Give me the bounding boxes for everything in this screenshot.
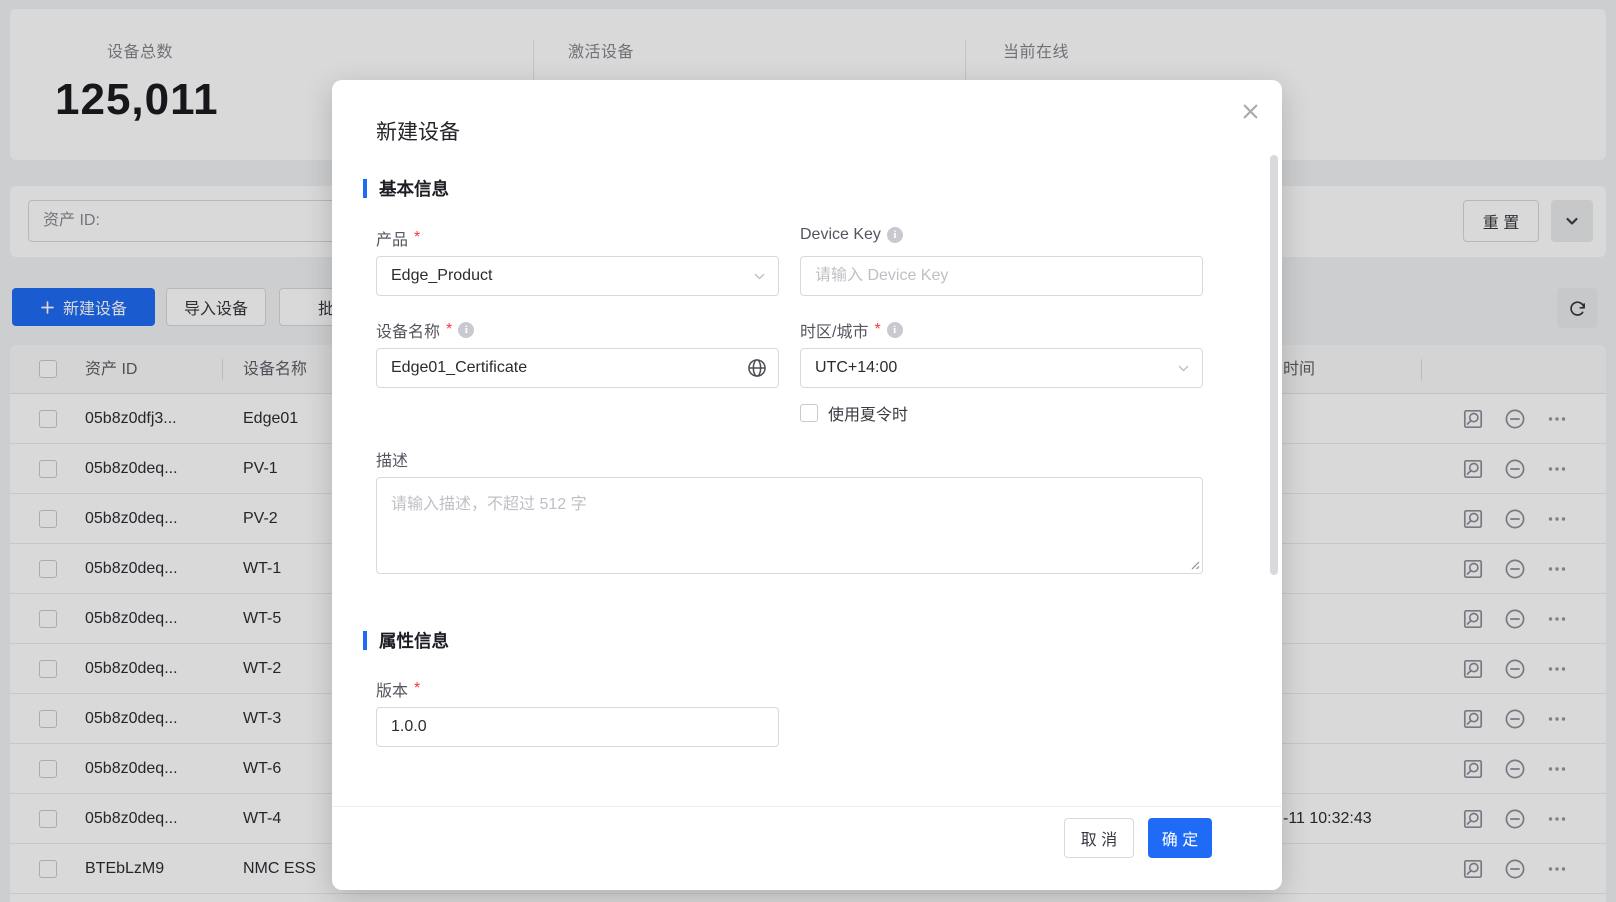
description-label: 描述 [376,447,408,471]
section-attribute-info: 属性信息 [376,628,449,653]
modal-scrollbar-thumb[interactable] [1270,155,1278,575]
device-management-page: 设备总数 125,011 激活设备 当前在线 重 置 新建设备 导入设备 批量 [0,0,1616,902]
description-textarea[interactable] [376,477,1203,574]
section-accent-bar [363,631,367,650]
device-key-label: Device Key i [800,226,903,244]
product-select[interactable] [376,256,779,296]
timezone-label: 时区/城市* i [800,318,903,342]
device-key-input[interactable] [800,256,1203,296]
info-icon[interactable]: i [887,322,903,338]
required-asterisk: * [414,680,420,698]
required-asterisk: * [414,229,420,247]
timezone-select-value[interactable] [800,348,1203,388]
dst-checkbox[interactable] [800,404,818,422]
cancel-button[interactable]: 取 消 [1064,818,1134,858]
new-device-modal: 新建设备 基本信息 产品* Device Key i 设备名称* i [332,80,1282,890]
section-basic-title: 基本信息 [379,176,449,201]
globe-icon[interactable] [746,357,768,379]
info-icon[interactable]: i [458,322,474,338]
device-name-label: 设备名称* i [376,318,474,342]
device-name-field [376,348,779,388]
required-asterisk: * [446,321,452,339]
device-name-input[interactable] [376,348,779,388]
info-icon[interactable]: i [887,227,903,243]
ok-button[interactable]: 确 定 [1148,818,1212,858]
modal-footer-divider [332,806,1282,807]
required-asterisk: * [874,321,880,339]
dst-checkbox-row: 使用夏令时 [800,401,908,425]
version-input[interactable] [376,707,779,747]
modal-title: 新建设备 [376,116,460,146]
dst-label: 使用夏令时 [828,401,908,425]
product-select-value[interactable] [376,256,779,296]
section-basic-info: 基本信息 [376,176,449,201]
version-label: 版本* [376,677,420,701]
timezone-select[interactable] [800,348,1203,388]
section-accent-bar [363,179,367,198]
close-icon[interactable] [1238,99,1262,123]
section-attributes-title: 属性信息 [379,628,449,653]
product-label: 产品* [376,226,420,250]
